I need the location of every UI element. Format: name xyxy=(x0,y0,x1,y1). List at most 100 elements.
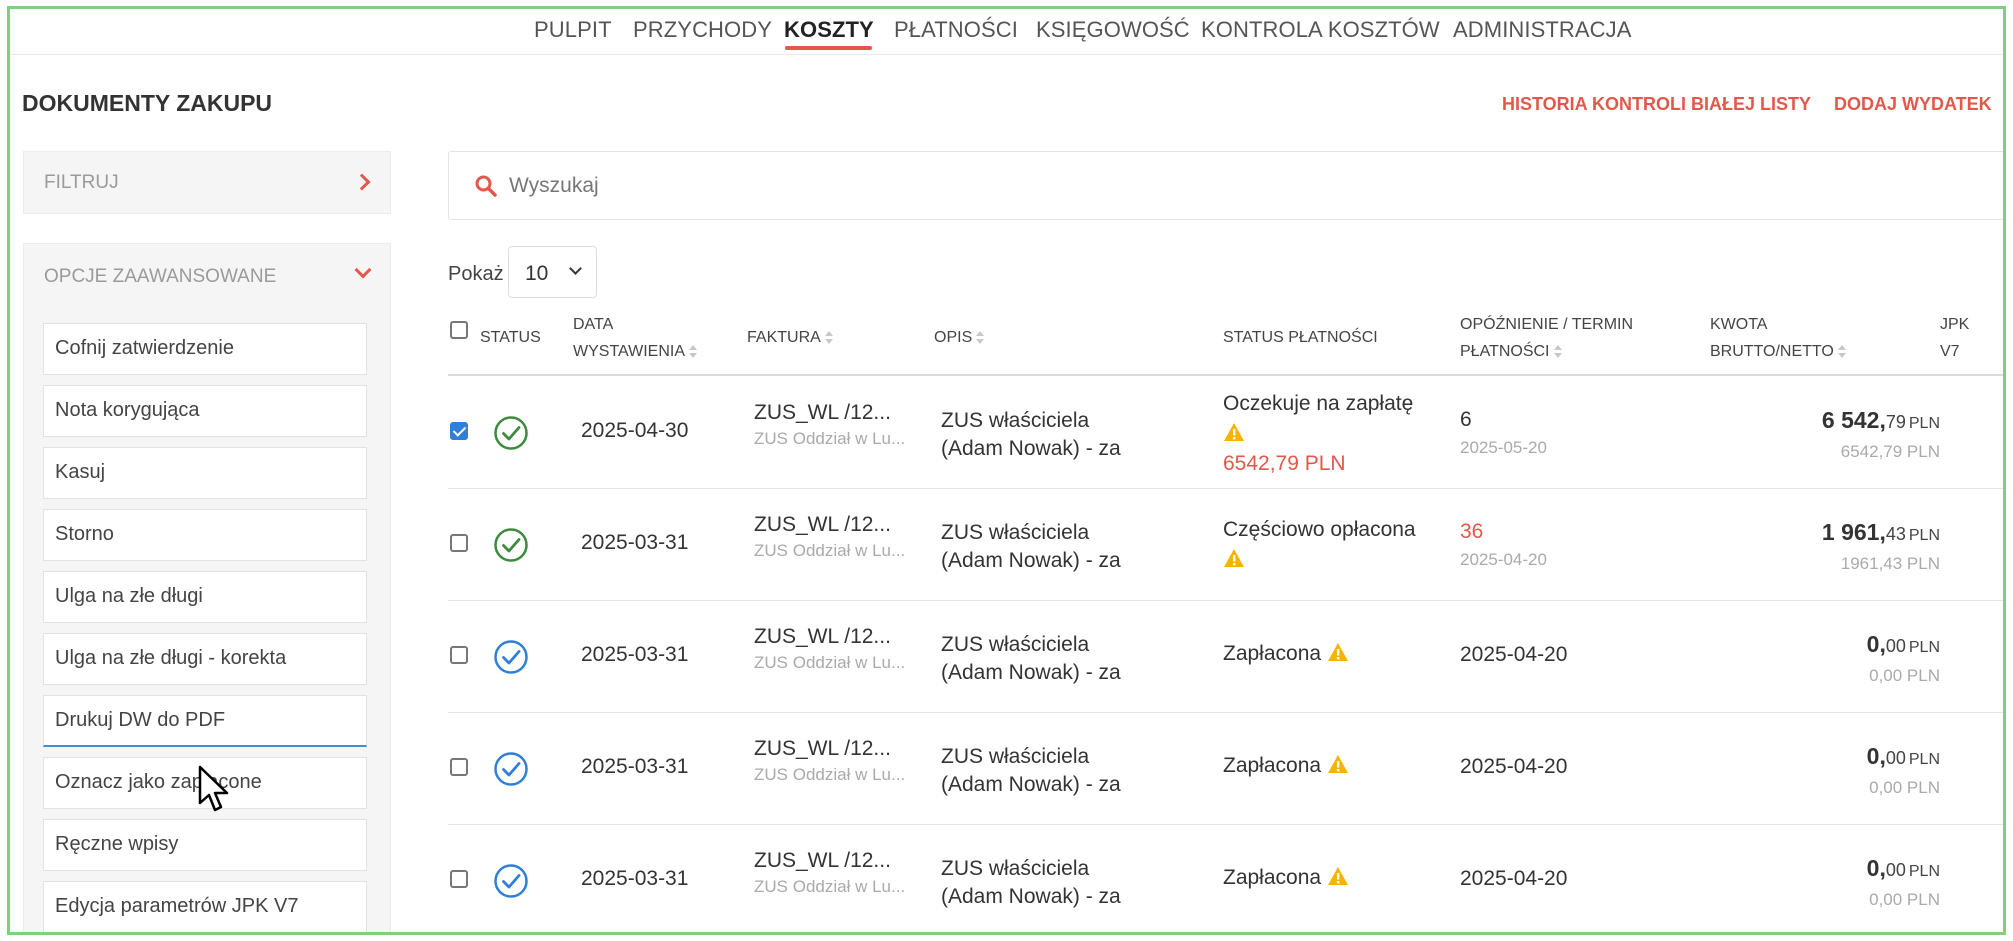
invoice-cell[interactable]: ZUS_WL /12... ZUS Oddział w Lu... xyxy=(754,625,905,673)
app-frame: PULPIT PRZYCHODY KOSZTY PŁATNOŚCI KSIĘGO… xyxy=(7,6,2006,935)
option-bad-debt-relief-button[interactable]: Ulga na złe długi xyxy=(43,571,367,623)
sort-icon[interactable] xyxy=(824,330,834,345)
option-print-dw-pdf-button[interactable]: Drukuj DW do PDF xyxy=(43,695,367,747)
option-delete-button[interactable]: Kasuj xyxy=(43,447,367,499)
col-header-description[interactable]: OPIS xyxy=(934,324,985,351)
amount-currency: PLN xyxy=(1908,639,1940,656)
description-cell: ZUS właściciela (Adam Nowak) - za xyxy=(941,407,1121,463)
row-checkbox[interactable] xyxy=(450,422,468,440)
warning-icon xyxy=(1327,755,1348,773)
check-circle-blue-icon xyxy=(494,864,528,898)
nav-item-ksiegowosc[interactable]: KSIĘGOWOŚĆ xyxy=(1036,17,1190,43)
col-header-amount-line1: KWOTA xyxy=(1710,316,1768,333)
nav-item-koszty[interactable]: KOSZTY xyxy=(784,17,874,43)
nav-item-przychody[interactable]: PRZYCHODY xyxy=(633,17,772,43)
invoice-issuer: ZUS Oddział w Lu... xyxy=(754,541,906,560)
invoice-cell[interactable]: ZUS_WL /12... ZUS Oddział w Lu... xyxy=(754,849,905,897)
amount-cell: 0,00 PLN 0,00 PLN xyxy=(1867,743,1940,798)
row-checkbox[interactable] xyxy=(450,870,468,888)
top-navigation: PULPIT PRZYCHODY KOSZTY PŁATNOŚCI KSIĘGO… xyxy=(10,9,2003,55)
search-input[interactable] xyxy=(509,168,1409,204)
issue-date: 2025-04-30 xyxy=(581,419,689,442)
description-line1: ZUS właściciela xyxy=(941,633,1090,656)
col-header-delay[interactable]: OPÓŹNIENIE / TERMIN PŁATNOŚCI xyxy=(1460,311,1633,365)
row-checkbox[interactable] xyxy=(450,758,468,776)
issue-date: 2025-03-31 xyxy=(581,643,689,666)
col-header-jpk: JPK V7 xyxy=(1940,311,1969,365)
invoice-number[interactable]: ZUS_WL /12... xyxy=(754,849,905,873)
description-line1: ZUS właściciela xyxy=(941,857,1090,880)
amount-cell: 0,00 PLN 0,00 PLN xyxy=(1867,855,1940,910)
invoice-cell[interactable]: ZUS_WL /12... ZUS Oddział w Lu... xyxy=(754,737,905,785)
col-header-issue-date-line2: WYSTAWIENIA xyxy=(573,343,685,360)
invoice-cell[interactable]: ZUS_WL /12... ZUS Oddział w Lu... xyxy=(754,401,905,449)
invoice-cell[interactable]: ZUS_WL /12... ZUS Oddział w Lu... xyxy=(754,513,905,561)
row-checkbox[interactable] xyxy=(450,646,468,664)
amount-currency: PLN xyxy=(1908,527,1940,544)
invoice-number[interactable]: ZUS_WL /12... xyxy=(754,401,905,425)
page-size-select[interactable]: 10 xyxy=(508,246,597,298)
sort-icon[interactable] xyxy=(976,330,985,345)
delay-days: 6 xyxy=(1460,408,1472,431)
option-credit-note-button[interactable]: Nota korygująca xyxy=(43,385,367,437)
table-row[interactable]: 2025-03-31 ZUS_WL /12... ZUS Oddział w Lu.… xyxy=(448,713,2003,825)
nav-item-kontrola-kosztow[interactable]: KONTROLA KOSZTÓW xyxy=(1201,17,1440,43)
nav-item-platnosci[interactable]: PŁATNOŚCI xyxy=(894,17,1018,43)
warning-icon xyxy=(1327,643,1348,661)
nav-item-administracja[interactable]: ADMINISTRACJA xyxy=(1453,17,1632,43)
payment-status-text: Zapłacona xyxy=(1223,754,1322,777)
select-all-checkbox[interactable] xyxy=(450,321,468,339)
payment-status-text: Zapłacona xyxy=(1223,642,1322,665)
sort-icon[interactable] xyxy=(689,344,698,359)
check-circle-blue-icon xyxy=(494,752,528,786)
row-checkbox[interactable] xyxy=(450,534,468,552)
sort-icon[interactable] xyxy=(1837,344,1847,359)
sort-icon[interactable] xyxy=(1553,344,1563,359)
amount-gross-integer: 1 961, xyxy=(1821,519,1886,545)
add-expense-link[interactable]: DODAJ WYDATEK xyxy=(1834,94,1992,115)
search-box[interactable] xyxy=(448,151,2003,220)
amount-gross-integer: 6 542, xyxy=(1821,407,1886,433)
description-line2: (Adam Nowak) - za xyxy=(941,661,1121,684)
chevron-right-icon xyxy=(353,173,371,191)
invoice-number[interactable]: ZUS_WL /12... xyxy=(754,625,905,649)
table-row[interactable]: 2025-03-31 ZUS_WL /12... ZUS Oddział w Lu.… xyxy=(448,825,2003,932)
option-manual-entries-button[interactable]: Ręczne wpisy xyxy=(43,819,367,871)
nav-item-pulpit[interactable]: PULPIT xyxy=(534,17,612,43)
table-row[interactable]: 2025-03-31 ZUS_WL /12... ZUS Oddział w Lu.… xyxy=(448,601,2003,713)
description-cell: ZUS właściciela (Adam Nowak) - za xyxy=(941,631,1121,687)
col-header-amount[interactable]: KWOTA BRUTTO/NETTO xyxy=(1710,311,1847,365)
col-header-issue-date[interactable]: DATA WYSTAWIENIA xyxy=(573,311,698,365)
amount-gross-decimal: 00 xyxy=(1885,748,1906,768)
chevron-down-icon[interactable] xyxy=(354,261,372,279)
col-header-payment-status: STATUS PŁATNOŚCI xyxy=(1223,329,1378,346)
delay-cell: 36 2025-04-20 xyxy=(1460,520,1547,570)
filter-panel[interactable]: FILTRUJ xyxy=(23,151,391,214)
page-size-label: Pokaż xyxy=(448,263,504,285)
whitelist-history-link[interactable]: HISTORIA KONTROLI BIAŁEJ LISTY xyxy=(1502,94,1811,115)
option-storno-button[interactable]: Storno xyxy=(43,509,367,561)
invoice-number[interactable]: ZUS_WL /12... xyxy=(754,737,905,761)
mouse-cursor-icon xyxy=(198,765,229,812)
payment-status-cell: Zapłacona xyxy=(1223,866,1349,890)
amount-cell: 1 961,43 PLN 1961,43 PLN xyxy=(1822,519,1940,574)
option-bad-debt-correction-button[interactable]: Ulga na złe długi - korekta xyxy=(43,633,367,685)
option-undo-approval-button[interactable]: Cofnij zatwierdzenie xyxy=(43,323,367,375)
amount-gross-decimal: 79 xyxy=(1885,412,1906,432)
payment-status-cell: Zapłacona xyxy=(1223,642,1349,666)
col-header-jpk-line2: V7 xyxy=(1940,343,1960,360)
invoice-number[interactable]: ZUS_WL /12... xyxy=(754,513,905,537)
advanced-options-label[interactable]: OPCJE ZAAWANSOWANE xyxy=(44,266,276,288)
due-date: 2025-04-20 xyxy=(1460,550,1547,569)
description-line2: (Adam Nowak) - za xyxy=(941,549,1121,572)
amount-gross-integer: 0, xyxy=(1866,743,1886,769)
description-line2: (Adam Nowak) - za xyxy=(941,773,1121,796)
amount-net: 0,00 PLN xyxy=(1869,778,1940,797)
description-cell: ZUS właściciela (Adam Nowak) - za xyxy=(941,519,1121,575)
table-row[interactable]: 2025-03-31 ZUS_WL /12... ZUS Oddział w Lu.… xyxy=(448,489,2003,601)
invoice-issuer: ZUS Oddział w Lu... xyxy=(754,877,906,896)
due-date: 2025-05-20 xyxy=(1460,438,1547,457)
table-row[interactable]: 2025-04-30 ZUS_WL /12... ZUS Oddział w Lu.… xyxy=(448,377,2003,489)
option-jpk-params-button[interactable]: Edycja parametrów JPK V7 xyxy=(43,881,367,932)
col-header-invoice[interactable]: FAKTURA xyxy=(747,324,834,351)
